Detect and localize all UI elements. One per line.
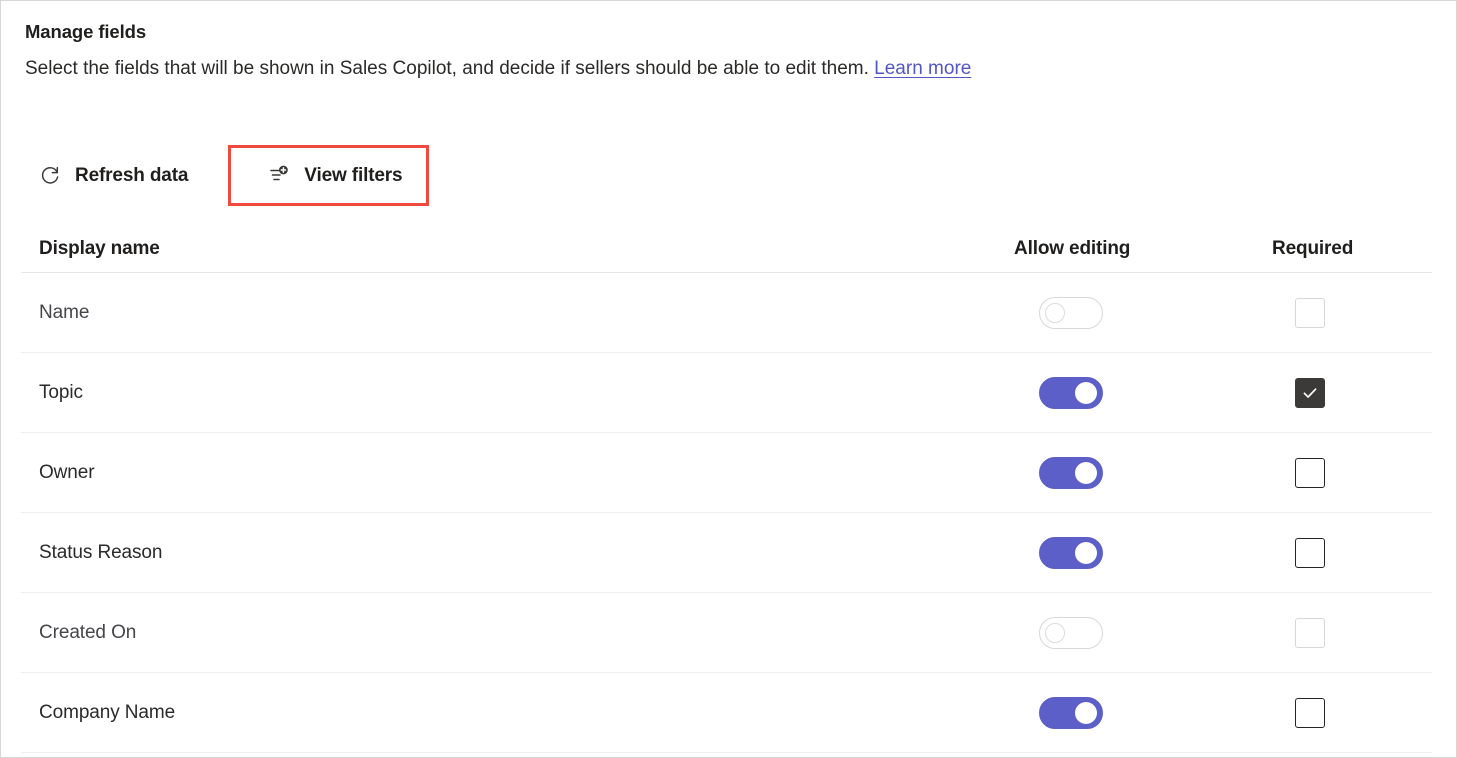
field-display-name: Status Reason: [39, 541, 163, 563]
column-header-required: Required: [1272, 238, 1354, 259]
cell-allow-editing: [996, 376, 1256, 409]
page-header: Manage fields Select the fields that wil…: [25, 19, 1432, 83]
command-bar: Refresh data View filters: [25, 144, 424, 206]
cell-display-name: Status Reason: [21, 543, 996, 563]
manage-fields-page: Manage fields Select the fields that wil…: [0, 0, 1457, 758]
view-filters-label: View filters: [304, 164, 403, 186]
table-row: Created On: [21, 593, 1432, 673]
required-checkbox[interactable]: [1295, 377, 1325, 408]
column-header-allow-editing: Allow editing: [1014, 238, 1131, 259]
table-row: Name: [21, 273, 1432, 353]
page-description-text: Select the fields that will be shown in …: [25, 58, 869, 79]
cell-display-name: Company Name: [21, 703, 996, 723]
toggle-knob: [1045, 622, 1065, 643]
required-checkbox[interactable]: [1295, 697, 1325, 728]
toggle-knob: [1075, 381, 1097, 404]
toggle-knob: [1045, 302, 1065, 323]
toggle-knob: [1075, 701, 1097, 724]
view-filters-button[interactable]: View filters: [246, 153, 424, 197]
column-header-display-name: Display name: [39, 237, 160, 259]
table-row: Company Name: [21, 673, 1432, 753]
required-checkbox: [1295, 297, 1325, 328]
cell-required: [1256, 697, 1432, 728]
cell-required: [1256, 297, 1432, 328]
allow-editing-toggle[interactable]: [1039, 696, 1103, 729]
allow-editing-toggle: [1039, 296, 1103, 329]
cell-required: [1256, 377, 1432, 408]
field-display-name: Created On: [39, 621, 137, 643]
allow-editing-toggle[interactable]: [1039, 456, 1103, 489]
field-display-name: Owner: [39, 461, 95, 483]
table-row: Status Reason: [21, 513, 1432, 593]
toggle-knob: [1075, 461, 1097, 484]
filter-add-icon: [266, 162, 292, 188]
refresh-icon: [37, 162, 63, 188]
cell-display-name: Name: [21, 303, 996, 323]
cell-allow-editing: [996, 536, 1256, 569]
fields-table: Display name Allow editing Required Name…: [21, 225, 1432, 753]
required-checkbox: [1295, 617, 1325, 648]
cell-required: [1256, 457, 1432, 488]
learn-more-link[interactable]: Learn more: [874, 58, 971, 79]
required-checkbox[interactable]: [1295, 537, 1325, 568]
table-body: Name Topic Owner Status Reason Created On Com…: [21, 273, 1432, 753]
field-display-name: Topic: [39, 381, 83, 403]
table-row: Owner: [21, 433, 1432, 513]
allow-editing-toggle[interactable]: [1039, 536, 1103, 569]
cell-required: [1256, 537, 1432, 568]
cell-display-name: Created On: [21, 623, 996, 643]
table-header-row: Display name Allow editing Required: [21, 225, 1432, 273]
cell-display-name: Owner: [21, 463, 996, 483]
refresh-data-button[interactable]: Refresh data: [23, 153, 202, 197]
page-title: Manage fields: [25, 21, 147, 42]
cell-allow-editing: [996, 456, 1256, 489]
field-display-name: Name: [39, 301, 90, 323]
cell-required: [1256, 617, 1432, 648]
refresh-data-label: Refresh data: [75, 164, 189, 186]
field-display-name: Company Name: [39, 701, 176, 723]
cell-display-name: Topic: [21, 383, 996, 403]
allow-editing-toggle: [1039, 616, 1103, 649]
cell-allow-editing: [996, 696, 1256, 729]
table-row: Topic: [21, 353, 1432, 433]
required-checkbox[interactable]: [1295, 457, 1325, 488]
toggle-knob: [1075, 541, 1097, 564]
cell-allow-editing: [996, 296, 1256, 329]
page-description: Select the fields that will be shown in …: [25, 55, 1432, 83]
cell-allow-editing: [996, 616, 1256, 649]
checkmark-icon: [1303, 387, 1317, 398]
allow-editing-toggle[interactable]: [1039, 376, 1103, 409]
